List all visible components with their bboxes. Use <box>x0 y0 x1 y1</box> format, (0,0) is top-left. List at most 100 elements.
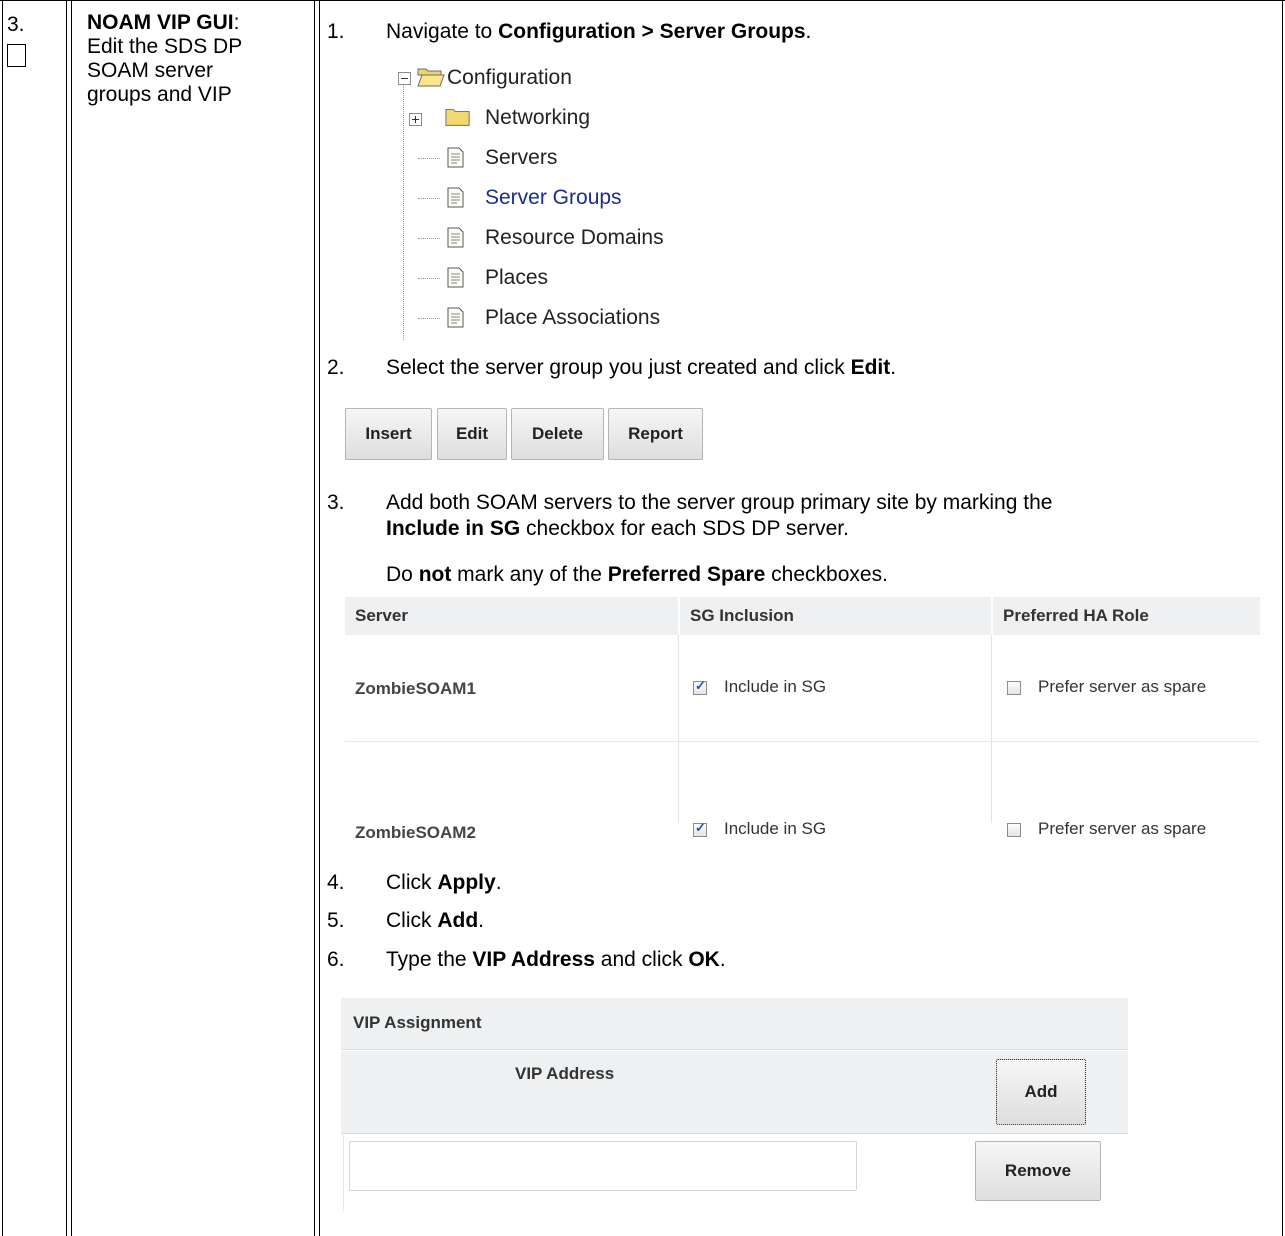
step-checkbox[interactable] <box>7 44 26 67</box>
tree-item-resource-domains[interactable]: Resource Domains <box>485 226 664 250</box>
step-title-colon: : <box>233 11 240 34</box>
edit-button[interactable]: Edit <box>437 408 507 460</box>
column-divider <box>678 635 679 823</box>
tree-item-place-associations[interactable]: Place Associations <box>485 306 660 330</box>
desc-line-1: Edit the SDS DP <box>87 35 243 58</box>
include-in-sg-checkbox[interactable] <box>693 820 707 837</box>
instruction-5-number: 5. <box>327 909 345 932</box>
table-left-border <box>2 0 3 1236</box>
tree-item-server-groups[interactable]: Server Groups <box>485 186 622 210</box>
page-icon <box>447 267 464 288</box>
instruction-6-text: Type the <box>386 948 473 971</box>
tree-branch <box>418 158 440 159</box>
collapse-icon[interactable] <box>398 72 411 85</box>
col-divider-1 <box>66 0 67 1236</box>
instruction-6: Type the VIP Address and click OK. <box>386 948 726 972</box>
tree-item-places[interactable]: Places <box>485 266 548 290</box>
instruction-5-end: . <box>478 909 485 932</box>
instruction-1: Navigate to Configuration > Server Group… <box>386 20 811 44</box>
instruction-2-end: . <box>890 356 897 379</box>
prefer-spare-checkbox[interactable] <box>1007 681 1021 695</box>
tree-item-servers[interactable]: Servers <box>485 146 557 170</box>
instruction-2: Select the server group you just created… <box>386 356 896 380</box>
tree-branch <box>418 318 440 319</box>
tree-branch <box>418 238 440 239</box>
vip-assignment-header: VIP Assignment <box>341 998 1128 1050</box>
note-text: mark any of the <box>451 563 608 586</box>
vip-address-column-label: VIP Address <box>515 1064 615 1083</box>
col-divider-2 <box>314 0 315 1236</box>
instruction-2-bold: Edit <box>850 356 891 379</box>
instruction-6-end: . <box>719 948 726 971</box>
instruction-4-end: . <box>495 871 502 894</box>
page-icon <box>447 307 464 328</box>
remove-vip-button[interactable]: Remove <box>975 1141 1101 1201</box>
tree-root-configuration[interactable]: Configuration <box>447 66 572 90</box>
note-bold: not <box>418 563 452 586</box>
instruction-1-bold: Configuration > Server Groups <box>498 20 806 43</box>
instruction-3-line-1: Add both SOAM servers to the server grou… <box>386 491 1053 514</box>
tree-branch <box>418 198 440 199</box>
table-right-border <box>1282 0 1283 1236</box>
step-description: NOAM VIP GUI: Edit the SDS DP SOAM serve… <box>87 11 307 107</box>
instruction-2-text: Select the server group you just created… <box>386 356 851 379</box>
col-divider-1b <box>71 0 72 1236</box>
include-in-sg-label: Include in SG <box>724 677 827 696</box>
desc-line-2: SOAM server <box>87 59 214 82</box>
instruction-6-text: and click <box>594 948 689 971</box>
vip-address-input[interactable] <box>349 1141 857 1191</box>
instruction-4: Click Apply. <box>386 871 502 895</box>
column-divider <box>991 635 992 823</box>
instruction-1-text: Navigate to <box>386 20 499 43</box>
vip-row-edge <box>343 1135 344 1211</box>
server-name: ZombieSOAM2 <box>355 823 476 842</box>
include-in-sg-label: Include in SG <box>724 819 827 838</box>
page-icon <box>447 227 464 248</box>
instruction-3-bold: Include in SG <box>386 517 521 540</box>
tree-item-networking[interactable]: Networking <box>485 106 590 130</box>
col-header-sg-inclusion: SG Inclusion <box>680 597 991 635</box>
folder-open-icon <box>417 68 445 87</box>
prefer-spare-checkbox[interactable] <box>1007 823 1021 837</box>
expand-icon[interactable] <box>409 113 422 126</box>
instruction-3-end: checkbox for each SDS DP server. <box>520 517 849 540</box>
col-divider-2b <box>319 0 320 1236</box>
prefer-spare-label: Prefer server as spare <box>1038 819 1207 838</box>
step-title: NOAM VIP GUI <box>87 11 234 34</box>
report-button[interactable]: Report <box>608 408 703 460</box>
note-text: checkboxes. <box>765 563 888 586</box>
tree-guide-line <box>403 84 404 340</box>
instruction-5-bold: Add <box>437 909 479 932</box>
instruction-1-number: 1. <box>327 20 345 43</box>
instruction-4-text: Click <box>386 871 438 894</box>
instruction-4-bold: Apply <box>437 871 496 894</box>
page-icon <box>447 187 464 208</box>
tree-branch <box>418 278 440 279</box>
instruction-3-note: Do not mark any of the Preferred Spare c… <box>386 563 888 587</box>
instruction-5: Click Add. <box>386 909 484 933</box>
folder-icon <box>445 109 470 126</box>
prefer-spare-label: Prefer server as spare <box>1038 677 1207 696</box>
add-vip-button[interactable]: Add <box>996 1059 1086 1125</box>
instruction-3-number: 3. <box>327 491 345 514</box>
delete-button[interactable]: Delete <box>511 408 604 460</box>
instruction-6-number: 6. <box>327 948 345 971</box>
note-bold: Preferred Spare <box>607 563 766 586</box>
instruction-6-bold: VIP Address <box>472 948 595 971</box>
note-text: Do <box>386 563 419 586</box>
instruction-2-number: 2. <box>327 356 345 379</box>
desc-line-3: groups and VIP <box>87 83 232 106</box>
col-header-preferred-ha-role: Preferred HA Role <box>993 597 1260 635</box>
server-name: ZombieSOAM1 <box>355 679 476 698</box>
col-header-server: Server <box>345 597 678 635</box>
row-divider <box>345 741 1260 742</box>
instruction-6-bold: OK <box>688 948 720 971</box>
instruction-1-end: . <box>805 20 812 43</box>
instruction-5-text: Click <box>386 909 438 932</box>
instruction-4-number: 4. <box>327 871 345 894</box>
insert-button[interactable]: Insert <box>345 408 432 460</box>
table-top-border <box>0 0 1285 1</box>
step-number: 3. <box>7 13 25 36</box>
include-in-sg-checkbox[interactable] <box>693 678 707 695</box>
page-icon <box>447 147 464 168</box>
